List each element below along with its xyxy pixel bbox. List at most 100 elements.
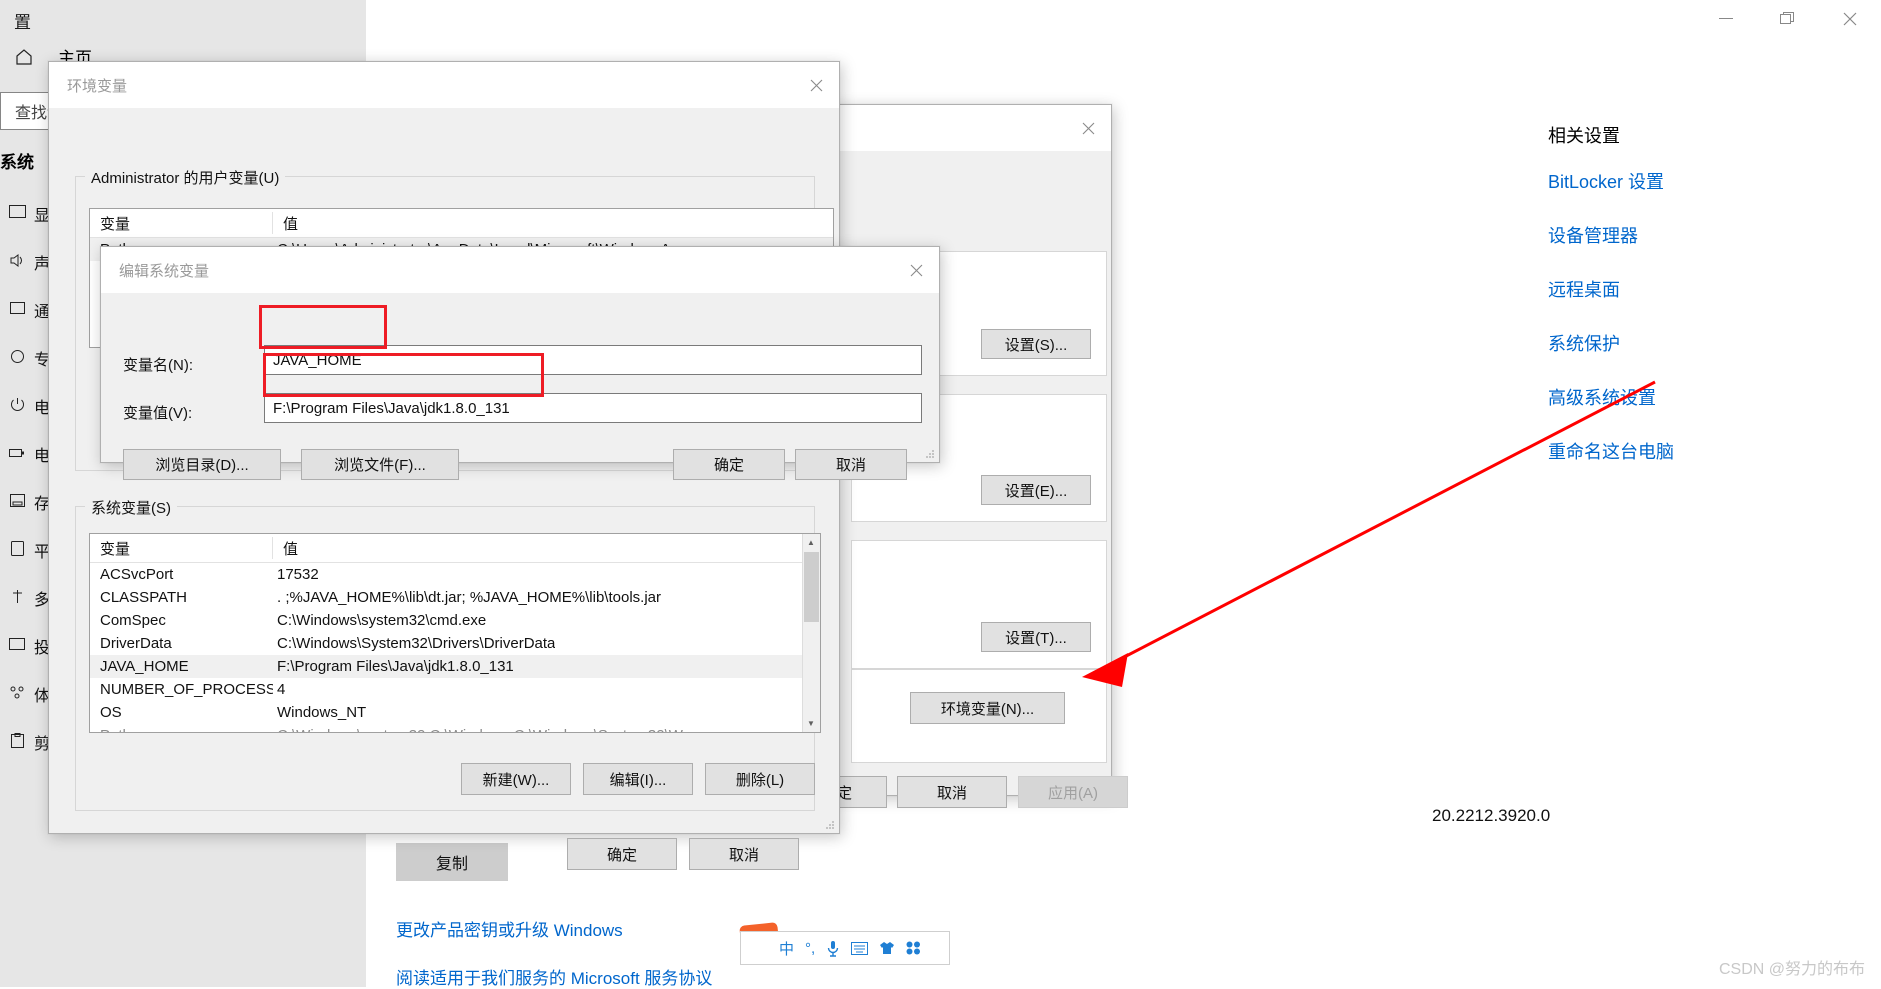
browse-directory-button[interactable]: 浏览目录(D)... [123,449,281,480]
microphone-icon[interactable] [826,940,840,957]
clipboard-icon [0,732,34,752]
related-link-device-manager[interactable]: 设备管理器 [1548,222,1848,248]
related-link-system-protection[interactable]: 系统保护 [1548,330,1848,356]
variable-name-input[interactable]: JAVA_HOME [264,345,922,375]
power-icon [0,397,34,416]
change-product-key-link[interactable]: 更改产品密钥或升级 Windows [396,916,623,941]
system-properties-apply-button[interactable]: 应用(A) [1018,776,1128,808]
edit-dialog-title: 编辑系统变量 [119,263,210,280]
system-properties-titlebar [831,105,1111,151]
system-variables-group-label: 系统变量(S) [85,497,177,518]
env-dialog-title: 环境变量 [67,78,128,95]
column-header-value: 值 [283,215,299,233]
table-row[interactable]: ComSpec C:\Windows\system32\cmd.exe [90,609,820,632]
startup-recovery-settings-button[interactable]: 设置(T)... [981,622,1091,652]
related-link-remote-desktop[interactable]: 远程桌面 [1548,276,1848,302]
close-icon[interactable] [893,247,939,293]
variable-name: ACSvcPort [100,566,174,583]
punctuation-icon[interactable]: °, [805,940,815,957]
close-icon[interactable] [793,62,839,108]
edit-system-variable-button[interactable]: 编辑(I)... [583,763,693,795]
user-variables-group-label: Administrator 的用户变量(U) [85,167,286,188]
variable-name: CLASSPATH [100,589,187,606]
edit-dialog-titlebar: 编辑系统变量 [101,247,939,293]
scroll-down-icon[interactable]: ▼ [803,715,819,732]
copy-button[interactable]: 复制 [396,843,508,881]
microsoft-services-agreement-link[interactable]: 阅读适用于我们服务的 Microsoft 服务协议 [396,964,712,989]
user-profiles-settings-button[interactable]: 设置(E)... [981,475,1091,505]
system-variables-scrollbar[interactable]: ▲ ▼ [802,534,820,732]
variable-name: NUMBER_OF_PROCESSORS [100,681,273,698]
home-icon [14,47,34,67]
system-properties-cancel-button[interactable]: 取消 [897,776,1007,808]
maximize-icon[interactable] [1757,0,1819,38]
environment-variables-group: 环境变量(N)... [851,669,1107,763]
close-icon[interactable] [1065,105,1111,151]
related-link-rename-pc[interactable]: 重命名这台电脑 [1548,438,1848,464]
variable-value-label: 变量值(V): [123,405,193,422]
display-icon [0,204,34,224]
variable-value: Windows_NT [277,704,367,721]
table-row[interactable]: OS Windows_NT [90,701,820,724]
resize-grip-icon[interactable] [823,818,835,830]
table-row[interactable]: JAVA_HOME F:\Program Files\Java\jdk1.8.0… [90,655,820,678]
notification-icon [0,301,34,320]
tablet-icon [0,540,34,560]
table-row[interactable]: DriverData C:\Windows\System32\Drivers\D… [90,632,820,655]
column-header-name: 变量 [90,537,273,559]
table-row[interactable]: Path C:\Windows\system32;C:\Windows;C:\W… [90,724,820,732]
performance-settings-button[interactable]: 设置(S)... [981,329,1091,359]
environment-variables-button[interactable]: 环境变量(N)... [910,692,1065,724]
windows-version-text: 20.2212.3920.0 [1432,806,1551,825]
variable-value: C:\Windows\system32\cmd.exe [277,612,487,629]
variable-value: C:\Windows\system32;C:\Windows;C:\Window… [273,727,695,732]
variable-name: DriverData [100,635,172,652]
project-icon [0,637,34,655]
table-row[interactable]: CLASSPATH . ;%JAVA_HOME%\lib\dt.jar; %JA… [90,586,820,609]
storage-icon [0,493,34,511]
focus-assist-icon [0,349,34,368]
variable-value-input-value: F:\Program Files\Java\jdk1.8.0_131 [273,399,510,417]
app-title: 置 [14,13,31,32]
variable-name: JAVA_HOME [100,658,189,675]
table-row[interactable]: NUMBER_OF_PROCESSORS 4 [90,678,820,701]
skin-icon[interactable] [879,941,895,955]
minimize-icon[interactable] [1695,0,1757,38]
soft-keyboard-icon[interactable] [851,941,869,955]
scrollbar-thumb[interactable] [804,552,819,622]
window-controls [1695,0,1881,38]
multitask-icon [0,589,34,608]
related-link-advanced-system-settings[interactable]: 高级系统设置 [1548,384,1848,410]
toolbox-icon[interactable] [906,941,921,955]
resize-grip-icon[interactable] [923,447,935,459]
new-system-variable-button[interactable]: 新建(W)... [461,763,571,795]
close-icon[interactable] [1819,0,1881,38]
delete-system-variable-button[interactable]: 删除(L) [705,763,815,795]
table-row[interactable]: ACSvcPort 17532 [90,563,820,586]
ime-toolbar[interactable]: 中 °, [740,931,950,965]
variable-name: ComSpec [100,612,166,629]
column-header-value: 值 [283,540,299,558]
env-dialog-ok-button[interactable]: 确定 [567,838,677,870]
variable-value: F:\Program Files\Java\jdk1.8.0_131 [277,658,514,675]
env-dialog-titlebar: 环境变量 [49,62,839,108]
variable-value-input[interactable]: F:\Program Files\Java\jdk1.8.0_131 [264,393,922,423]
variable-name: OS [100,704,122,721]
scroll-up-icon[interactable]: ▲ [803,534,819,551]
browse-file-button[interactable]: 浏览文件(F)... [301,449,459,480]
edit-dialog-ok-button[interactable]: 确定 [673,449,785,480]
variable-name-input-value: JAVA_HOME [273,351,362,369]
chinese-mode-icon[interactable]: 中 [779,938,794,959]
related-settings-panel: 相关设置 BitLocker 设置 设备管理器 远程桌面 系统保护 高级系统设置… [1548,122,1848,492]
system-variables-list[interactable]: 变量 值 ACSvcPort 17532 CLASSPATH . ;%JAVA_… [89,533,821,733]
related-link-bitlocker[interactable]: BitLocker 设置 [1548,168,1848,194]
system-variables-header: 变量 值 [90,534,820,563]
variable-value: C:\Windows\System32\Drivers\DriverData [277,635,556,652]
edit-dialog-cancel-button[interactable]: 取消 [795,449,907,480]
env-dialog-cancel-button[interactable]: 取消 [689,838,799,870]
user-variables-header: 变量 值 [90,209,833,238]
variable-value: . ;%JAVA_HOME%\lib\dt.jar; %JAVA_HOME%\l… [277,589,662,606]
variable-value: 17532 [277,566,319,583]
variable-name: Path [90,727,273,732]
variable-name-label: 变量名(N): [123,357,193,374]
